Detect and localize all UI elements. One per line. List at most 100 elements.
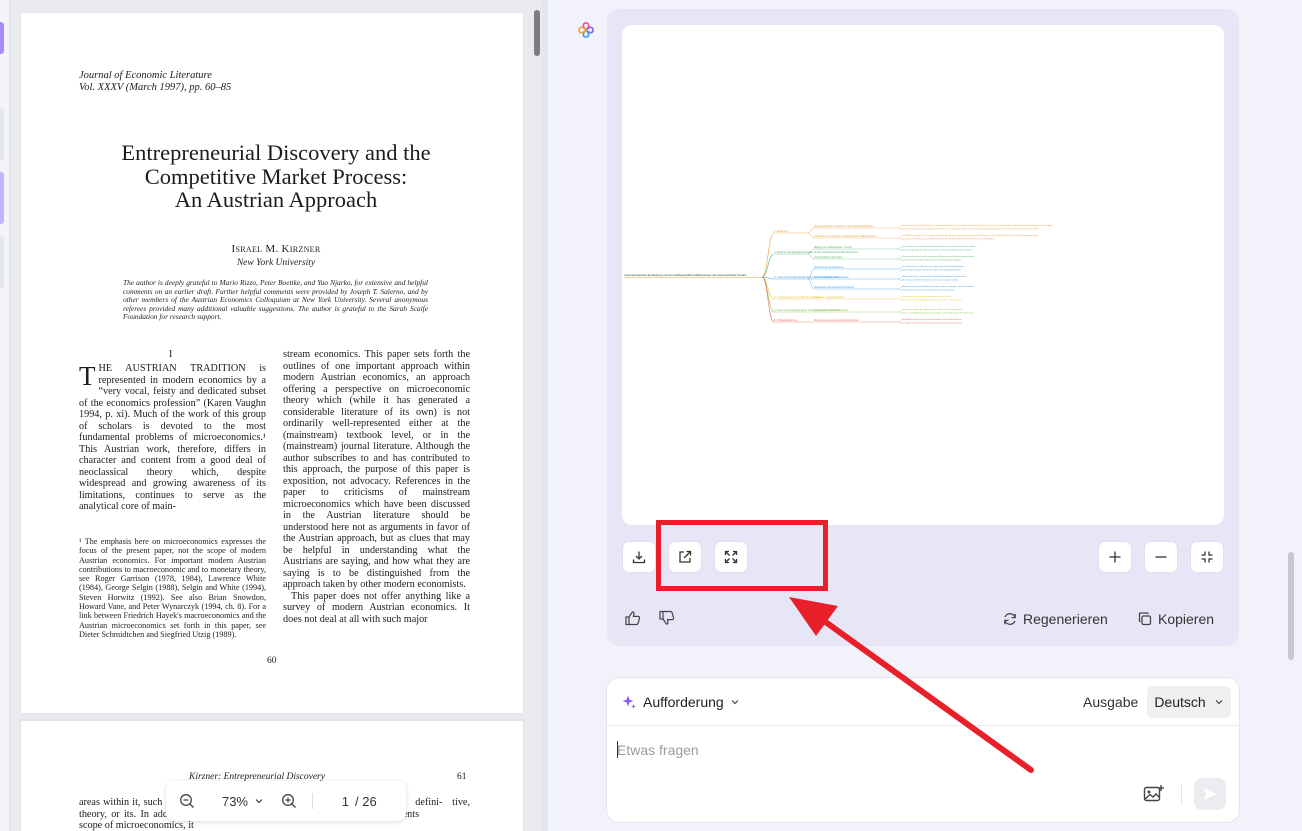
pdf-viewer[interactable]: Journal of Economic Literature Vol. XXXV… — [10, 0, 542, 831]
image-upload-button[interactable] — [1141, 781, 1167, 807]
zoom-level-value[interactable]: 73% — [208, 781, 248, 821]
mindmap-child-node: Gegenargumente und Antworten — [814, 309, 849, 312]
mindmap-child-node: Wettbewerb als dynamischer Prozess — [814, 286, 855, 289]
title-line: An Austrian Approach — [174, 187, 378, 212]
body-text: stream economics. This paper sets forth … — [283, 349, 470, 590]
mindmap-leaf-node: Der Ansatz bietet ein besseres Verständn… — [902, 318, 963, 321]
mindmap-zoom-in-button[interactable] — [1099, 542, 1131, 572]
mindmap-preview[interactable]: Unternehmerische Entdeckung und der wett… — [622, 25, 1224, 525]
language-value: Deutsch — [1154, 694, 1206, 710]
mindmap-root-node: Unternehmerische Entdeckung und der wett… — [624, 273, 747, 277]
tool-marker[interactable] — [0, 108, 4, 160]
mindmap-zoom-out-button[interactable] — [1145, 542, 1177, 572]
paper-author: Israel M. Kirzner — [231, 243, 321, 255]
share-button[interactable] — [669, 542, 701, 572]
copy-button[interactable]: Kopieren — [1137, 609, 1214, 629]
mindmap-connector — [761, 253, 775, 278]
mindmap-leaf-node: Die österreichische Schule betont den Ma… — [902, 255, 976, 258]
pdf-page-1: Journal of Economic Literature Vol. XXXV… — [21, 13, 523, 713]
send-icon — [1204, 788, 1217, 800]
fit-view-button[interactable] — [1191, 542, 1223, 572]
mindmap-leaf-node: Das Ziel ist Darstellung, nicht Befürwor… — [902, 237, 995, 240]
mindmap-leaf-node: Unternehmerische Wachsamkeit steht im Mi… — [902, 258, 963, 261]
mindmap-canvas: Unternehmerische Entdeckung und der wett… — [624, 224, 1053, 324]
mindmap-child-node: Österreichische Alternative — [814, 256, 843, 259]
prompt-selector[interactable]: Aufforderung — [621, 692, 740, 712]
paper-title: Entrepreneurial Discovery and the Compet… — [61, 141, 491, 212]
language-select[interactable]: Deutsch — [1147, 686, 1231, 718]
mindmap-branch-node: 6. Schlussfolgerung — [774, 318, 797, 322]
fullscreen-button[interactable] — [715, 542, 747, 572]
copy-icon — [1138, 612, 1152, 626]
journal-name: Journal of Economic Literature — [79, 70, 212, 81]
mindmap-leaf-node: Kirzner verteidigt die Koordinationstend… — [902, 311, 974, 314]
journal-citation: Journal of Economic Literature Vol. XXXV… — [79, 70, 231, 94]
tool-marker[interactable] — [0, 236, 4, 288]
panel-scrollbar[interactable] — [1288, 552, 1294, 660]
send-button[interactable] — [1194, 778, 1226, 810]
body-text: HE AUSTRIAN TRADITION is represented in … — [79, 363, 266, 512]
current-page-input[interactable]: 1 — [317, 781, 349, 821]
mindmap-leaf-node: Die Theorie setzt Gleichgewichtszustände… — [902, 245, 977, 248]
pdf-scrollbar[interactable] — [534, 10, 540, 56]
mindmap-branch-node: 1. Einleitung — [774, 229, 789, 233]
mindmap-connector — [761, 276, 775, 323]
text-cursor — [617, 741, 618, 758]
assistant-logo-icon — [578, 22, 594, 38]
sparkle-icon — [622, 695, 636, 709]
like-button[interactable] — [621, 606, 645, 630]
copy-label: Kopieren — [1158, 611, 1215, 627]
drop-cap: T — [79, 361, 96, 391]
regenerate-button[interactable]: Regenerieren — [1002, 609, 1108, 629]
title-line: Entrepreneurial Discovery and the — [121, 140, 431, 165]
mindmap-leaf-node: Diese Entdeckungen treiben den Markt in … — [902, 268, 962, 271]
mindmap-leaf-node: Wachsamkeit ist keine Ressource, die gez… — [902, 275, 967, 278]
mindmap-leaf-node: Freier Markteintritt ist die entscheiden… — [902, 288, 954, 291]
mindmap-leaf-node: Sie erklärt, wie Fehler im Markt erkannt… — [902, 278, 959, 281]
share-icon — [679, 550, 692, 563]
chevron-down-icon — [731, 700, 739, 705]
thumbs-up-icon — [625, 611, 641, 626]
toolbar-divider — [1181, 784, 1182, 804]
tool-marker-selected[interactable] — [0, 172, 4, 224]
download-button[interactable] — [623, 542, 655, 572]
minus-icon — [1155, 556, 1167, 558]
mindmap-leaf-node: Der Aufsatz skizziert einen wichtigen An… — [902, 234, 1039, 237]
dislike-button[interactable] — [655, 606, 679, 630]
active-tool-marker[interactable] — [0, 22, 4, 54]
zoom-in-button[interactable] — [270, 781, 308, 821]
acknowledgment: The author is deeply grateful to Mario R… — [123, 278, 428, 322]
mindmap-branch-node: 2. Kritik an der Gleichgewichtstheorie d… — [774, 250, 859, 254]
mindmap-child-node: Bedeutung des österreichischen Ansatzes — [814, 319, 859, 322]
mindmap-leaf-node: Der Unternehmer entdeckt zuvor unbemerkt… — [902, 265, 965, 268]
title-line: Competitive Market Process: — [144, 163, 408, 189]
mindmap-leaf-node: Wettbewerb wird als Rivalität um Entdeck… — [902, 285, 975, 288]
body-column-right: stream economics. This paper sets forth … — [283, 349, 470, 625]
expand-icon — [724, 550, 738, 564]
zoom-out-button[interactable] — [166, 781, 208, 821]
mindmap-leaf-node: Sie unterscheidet sich in Charakter und … — [902, 227, 1039, 230]
mindmap-child-node: Mängel der neoklassischen Theorie — [814, 246, 852, 249]
assistant-message-card: Unternehmerische Entdeckung und der wett… — [607, 9, 1239, 646]
mindmap-child-node: Natur des Ungleichgewichts — [814, 296, 844, 299]
toolbar-divider — [312, 793, 313, 809]
zoom-toolbar: 73% 1 / 26 — [166, 781, 406, 821]
chat-input[interactable] — [617, 738, 1137, 762]
chat-input-card: Aufforderung Ausgabe Deutsch — [607, 678, 1239, 822]
page-number: 60 — [267, 656, 277, 666]
footnote: ¹ The emphasis here on microeconomics ex… — [79, 537, 266, 639]
body-column-left: T HE AUSTRIAN TRADITION is represented in… — [79, 363, 266, 513]
ai-assistant-panel: Unternehmerische Entdeckung und der wett… — [548, 0, 1302, 831]
mindmap-leaf-node: Sie vernachlässigt die Rolle des Wissens… — [902, 248, 972, 251]
page-number: 61 — [457, 772, 467, 782]
chevron-down-icon — [255, 799, 263, 804]
output-language-label: Ausgabe — [1083, 694, 1139, 710]
mindmap-connector — [807, 227, 815, 234]
mindmap-leaf-node: Ungleichgewicht ist der Normalzustand re… — [902, 295, 952, 298]
zoom-dropdown[interactable] — [248, 781, 270, 821]
download-icon — [632, 551, 646, 564]
mindmap-child-node: Die österreichische Tradition in der Vol… — [814, 225, 874, 228]
section-number: I — [169, 349, 173, 360]
input-divider — [607, 725, 1239, 726]
mindmap-leaf-node: Preisunterschiede signalisieren Gewinnch… — [902, 298, 962, 301]
